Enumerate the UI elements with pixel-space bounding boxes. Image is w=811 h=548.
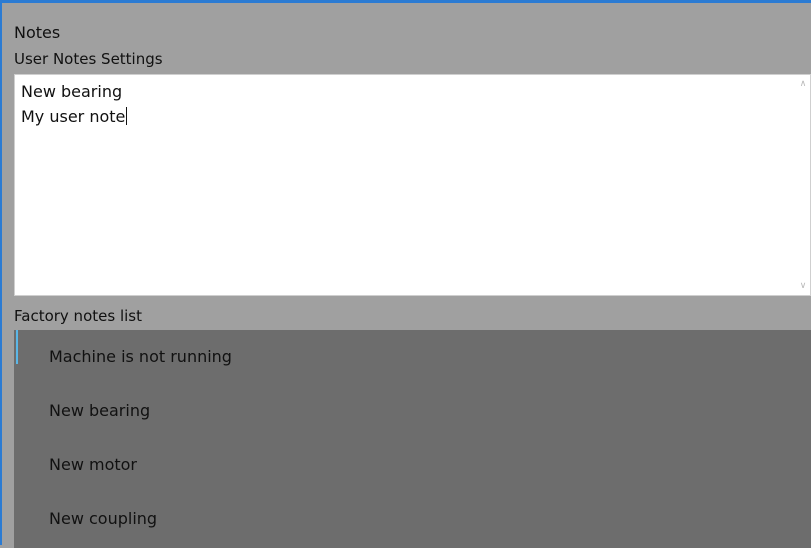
list-item-label: New coupling bbox=[49, 509, 158, 528]
chevron-down-icon[interactable]: ∨ bbox=[798, 281, 808, 291]
vertical-scrollbar[interactable]: ∧ ∨ bbox=[796, 75, 810, 295]
list-item-label: Machine is not running bbox=[49, 347, 232, 366]
factory-notes-list[interactable]: Machine is not running New bearing New m… bbox=[14, 330, 811, 548]
list-item[interactable]: Machine is not running bbox=[14, 330, 811, 384]
list-item[interactable]: New bearing bbox=[14, 384, 811, 438]
page-title: Notes bbox=[14, 23, 61, 42]
user-notes-textarea[interactable]: New bearing My user note ∧ ∨ bbox=[14, 74, 811, 296]
factory-notes-label: Factory notes list bbox=[14, 307, 142, 325]
list-item-label: New motor bbox=[49, 455, 137, 474]
list-item-label: New bearing bbox=[49, 401, 151, 420]
list-item[interactable]: New coupling bbox=[14, 492, 811, 546]
user-note-line: New bearing bbox=[21, 82, 123, 101]
user-note-line: My user note bbox=[21, 107, 126, 126]
chevron-up-icon[interactable]: ∧ bbox=[798, 79, 808, 89]
notes-window: Notes User Notes Settings New bearing My… bbox=[0, 0, 811, 548]
list-item[interactable]: New motor bbox=[14, 438, 811, 492]
text-caret bbox=[126, 107, 128, 125]
user-notes-label: User Notes Settings bbox=[14, 50, 163, 68]
user-notes-text[interactable]: New bearing My user note bbox=[21, 79, 128, 129]
